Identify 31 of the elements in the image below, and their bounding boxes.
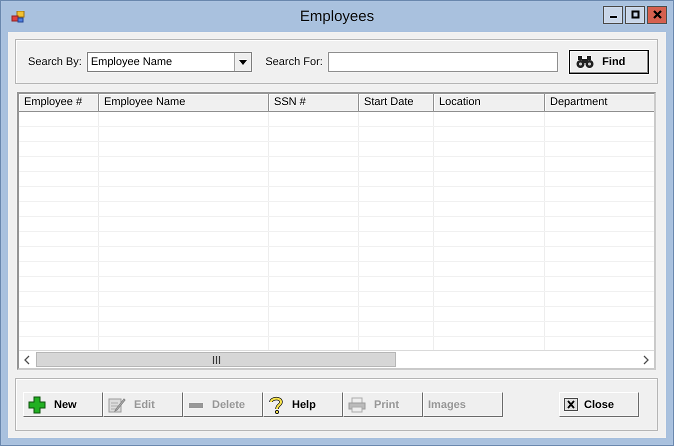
close-icon bbox=[652, 10, 662, 19]
help-button[interactable]: Help bbox=[263, 392, 343, 417]
window-title: Employees bbox=[300, 8, 374, 25]
minus-icon bbox=[188, 400, 204, 408]
app-icon bbox=[11, 10, 25, 22]
plus-icon bbox=[28, 396, 46, 414]
column-header[interactable]: Department bbox=[545, 94, 654, 111]
question-mark-icon bbox=[268, 396, 284, 414]
find-button[interactable]: Find bbox=[569, 50, 649, 74]
column-header[interactable]: Employee # bbox=[19, 94, 99, 111]
search-by-label: Search By: bbox=[28, 56, 82, 68]
binoculars-icon bbox=[576, 54, 594, 68]
column-header[interactable]: SSN # bbox=[269, 94, 359, 111]
column-header[interactable]: Start Date bbox=[359, 94, 434, 111]
pencil-note-icon bbox=[108, 396, 126, 414]
grip-icon bbox=[212, 356, 220, 364]
column-header[interactable]: Employee Name bbox=[99, 94, 269, 111]
scroll-thumb[interactable] bbox=[36, 352, 396, 367]
maximize-icon bbox=[630, 10, 640, 19]
close-button[interactable] bbox=[647, 6, 667, 24]
new-button[interactable]: New bbox=[23, 392, 103, 417]
close-icon bbox=[564, 398, 578, 411]
maximize-button[interactable] bbox=[625, 6, 645, 24]
close-button[interactable]: Close bbox=[559, 392, 639, 417]
column-header[interactable]: Location bbox=[434, 94, 545, 111]
search-field[interactable] bbox=[328, 52, 558, 72]
search-by-dropdown[interactable]: Employee Name bbox=[86, 52, 252, 72]
search-for-label: Search For: bbox=[265, 56, 323, 68]
printer-icon bbox=[348, 396, 366, 412]
horizontal-scrollbar[interactable] bbox=[19, 350, 654, 368]
minimize-button[interactable] bbox=[603, 6, 623, 24]
